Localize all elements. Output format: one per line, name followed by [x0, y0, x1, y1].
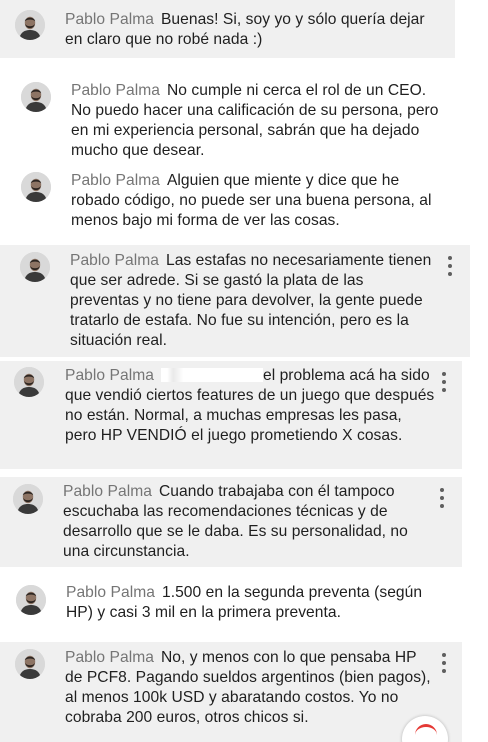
comment-body: Pablo Palma No, y menos con lo que pensab… — [65, 648, 437, 728]
comments-thread: Pablo Palma Buenas! Si, soy yo y sólo que… — [0, 0, 488, 742]
comment-item: Pablo Palma Alguien que miente y dice que… — [0, 162, 470, 234]
comment-author[interactable]: Pablo Palma — [65, 367, 154, 384]
comment-item: Pablo Palma No cumple ni cerca el rol de … — [0, 72, 470, 164]
comment-author[interactable]: Pablo Palma — [65, 649, 154, 666]
comment-body: Pablo Palma Alguien que miente y dice que… — [71, 171, 446, 231]
comment-body: Pablo Palma Las estafas no necesariamente… — [70, 251, 432, 351]
avatar[interactable] — [16, 585, 46, 615]
redacted-mention — [160, 368, 263, 382]
more-vert-icon[interactable] — [436, 486, 448, 510]
more-vert-icon[interactable] — [438, 370, 450, 394]
comment-author[interactable]: Pablo Palma — [70, 252, 159, 269]
comment-author[interactable]: Pablo Palma — [71, 172, 160, 189]
more-vert-icon[interactable] — [438, 651, 450, 675]
comment-author[interactable]: Pablo Palma — [63, 483, 152, 500]
fab-icon — [415, 724, 437, 737]
comment-body: Pablo Palma 1.500 en la segunda preventa … — [66, 583, 446, 623]
comment-author[interactable]: Pablo Palma — [71, 82, 160, 99]
comment-body: Pablo Palma el problema acá ha sido que v… — [65, 366, 437, 446]
avatar[interactable] — [14, 367, 44, 397]
avatar[interactable] — [15, 10, 45, 40]
comment-item: Pablo Palma 1.500 en la segunda preventa … — [0, 574, 470, 630]
comment-item: Pablo Palma Las estafas no necesariamente… — [0, 245, 470, 357]
comment-item: Pablo Palma No, y menos con lo que pensab… — [0, 642, 462, 742]
avatar[interactable] — [21, 82, 51, 112]
avatar[interactable] — [21, 172, 51, 202]
comment-item: Pablo Palma Buenas! Si, soy yo y sólo que… — [0, 0, 455, 58]
avatar[interactable] — [13, 484, 43, 514]
comment-author[interactable]: Pablo Palma — [65, 11, 154, 28]
more-vert-icon[interactable] — [444, 254, 456, 278]
comment-item: Pablo Palma Cuando trabajaba con él tampo… — [0, 477, 462, 567]
comment-body: Pablo Palma No cumple ni cerca el rol de … — [71, 81, 446, 161]
avatar[interactable] — [20, 252, 50, 282]
avatar[interactable] — [15, 649, 45, 679]
comment-author[interactable]: Pablo Palma — [66, 584, 155, 601]
comment-body: Pablo Palma Buenas! Si, soy yo y sólo que… — [65, 10, 445, 50]
comment-body: Pablo Palma Cuando trabajaba con él tampo… — [63, 482, 435, 562]
comment-item: Pablo Palma el problema acá ha sido que v… — [0, 361, 462, 469]
